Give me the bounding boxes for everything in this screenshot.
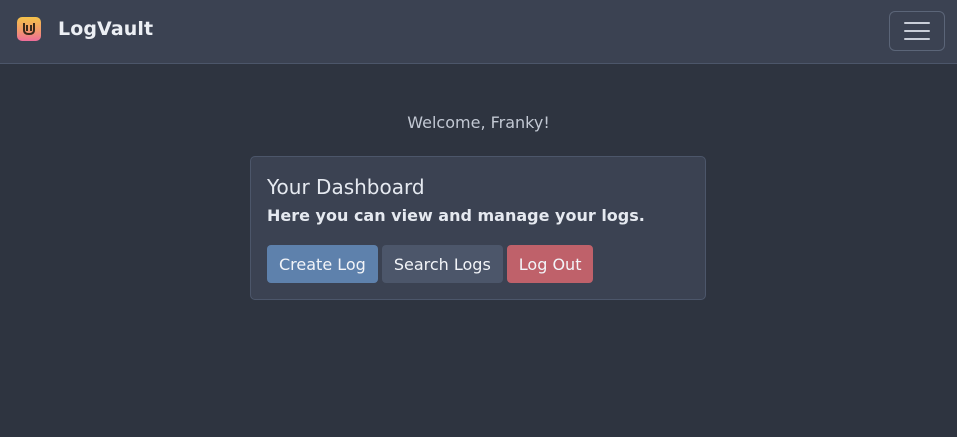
brand-name: LogVault xyxy=(58,18,154,40)
navbar: LogVault xyxy=(0,0,957,64)
card-title: Your Dashboard xyxy=(267,175,425,199)
hamburger-menu-icon xyxy=(904,22,930,24)
navbar-toggle-button[interactable] xyxy=(889,11,945,51)
dashboard-card: Your Dashboard Here you can view and man… xyxy=(250,156,706,300)
hamburger-menu-icon xyxy=(904,30,930,32)
logvault-logo-icon xyxy=(17,17,41,41)
log-out-button[interactable]: Log Out xyxy=(506,245,594,283)
create-log-button[interactable]: Create Log xyxy=(267,245,378,283)
card-text: Here you can view and manage your logs. xyxy=(267,206,645,225)
search-logs-button[interactable]: Search Logs xyxy=(381,245,503,283)
hamburger-menu-icon xyxy=(904,38,930,40)
card-actions: Create Log Search Logs Log Out xyxy=(267,245,594,283)
brand-link[interactable]: LogVault xyxy=(17,17,153,41)
logo-glyph-icon xyxy=(23,23,35,36)
welcome-message: Welcome, Franky! xyxy=(407,113,550,132)
